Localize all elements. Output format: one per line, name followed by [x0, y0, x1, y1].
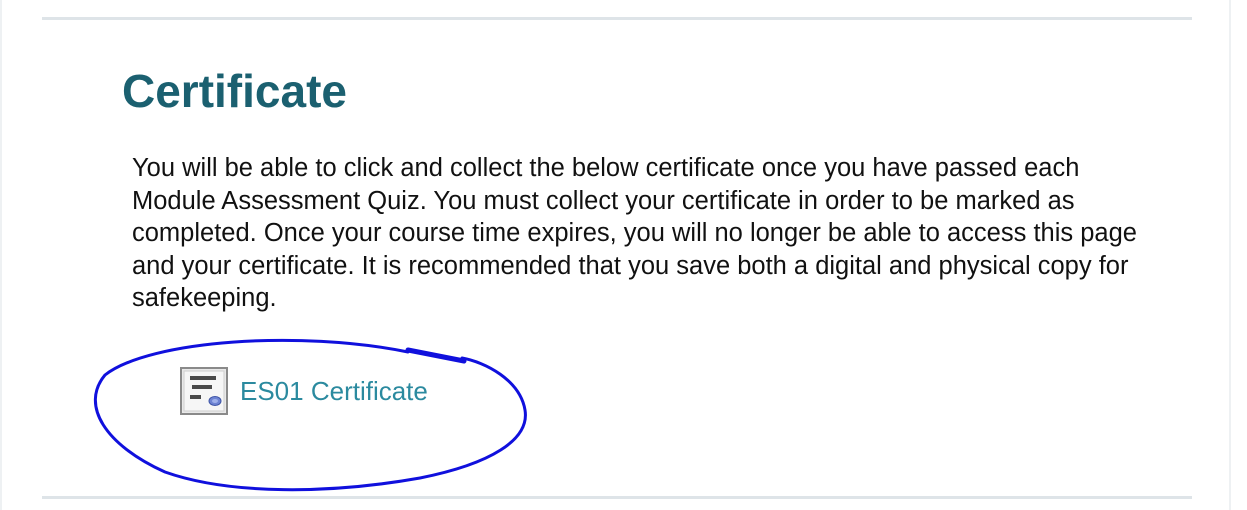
frame-border-right [1229, 0, 1231, 510]
certificate-link-label: ES01 Certificate [240, 375, 428, 406]
certificate-link[interactable]: ES01 Certificate [180, 367, 428, 415]
certificate-icon [180, 367, 228, 415]
intro-paragraph: You will be able to click and collect th… [132, 154, 1137, 312]
page: Certificate You will be able to click an… [0, 0, 1247, 510]
bottom-divider [42, 496, 1192, 499]
section-title: Certificate [122, 65, 347, 117]
frame-border-left [0, 0, 2, 510]
top-divider [42, 17, 1192, 20]
